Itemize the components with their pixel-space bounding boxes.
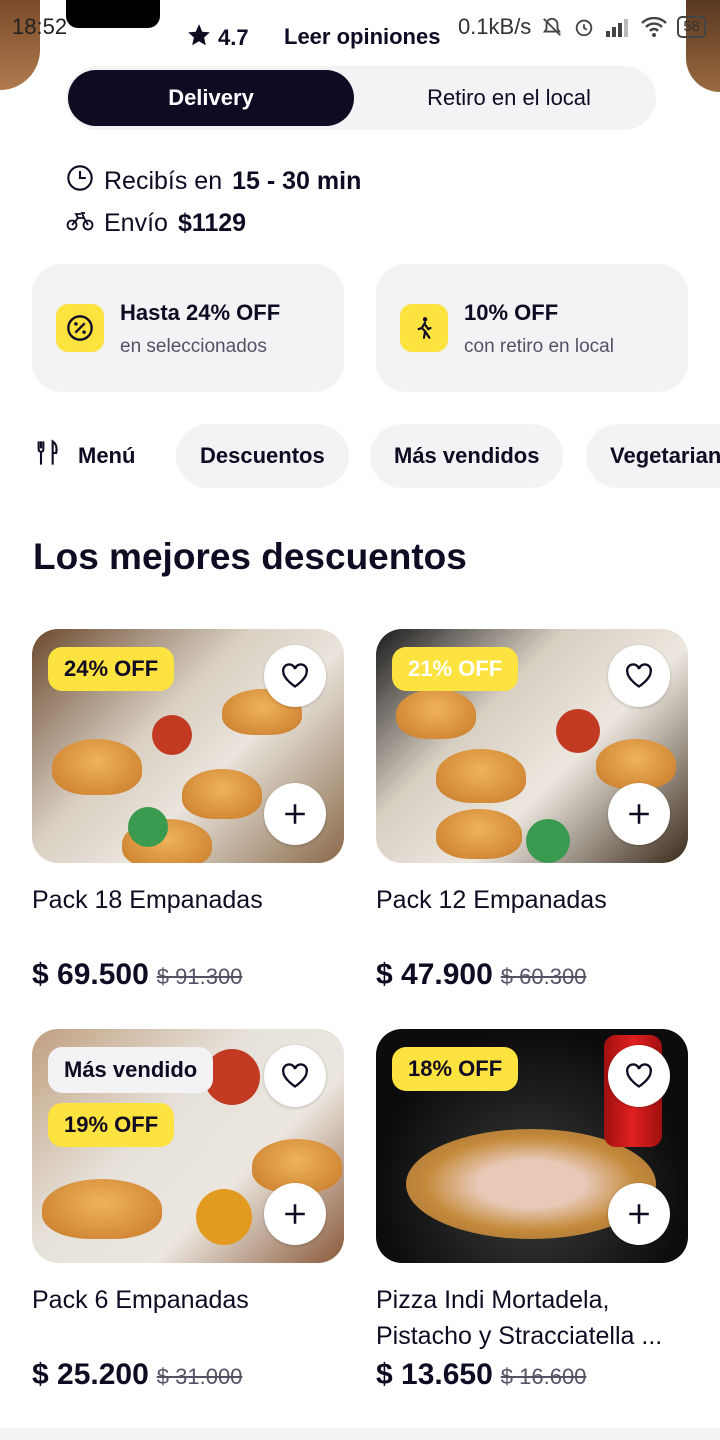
star-icon <box>186 22 212 54</box>
product-price: $ 47.900 $ 60.300 <box>376 958 586 992</box>
product-price: $ 69.500 $ 91.300 <box>32 958 242 992</box>
cutlery-icon <box>34 439 62 473</box>
shipping-cost-row: Envío $1129 <box>66 206 246 241</box>
shipping-value: $1129 <box>177 209 247 237</box>
clock-icon <box>66 164 94 199</box>
menu-label: Menú <box>78 443 136 468</box>
delivery-time-label: Recibís en <box>104 167 223 195</box>
product-name: Pack 6 Empanadas <box>32 1286 249 1314</box>
camera-notch <box>66 0 160 28</box>
current-price: $ 25.200 <box>32 1358 149 1391</box>
store-rating: 4.7 <box>186 22 249 54</box>
mute-icon <box>541 16 563 38</box>
promo-card-pickup[interactable]: 10% OFF con retiro en local <box>376 264 688 392</box>
menu-tab[interactable]: Menú <box>34 424 135 488</box>
current-price: $ 47.900 <box>376 958 493 991</box>
chip-descuentos[interactable]: Descuentos <box>176 424 349 488</box>
delivery-time-row: Recibís en 15 - 30 min <box>66 164 361 199</box>
bottom-divider <box>0 1428 720 1440</box>
original-price: $ 31.000 <box>156 1364 243 1389</box>
discount-badge: 24% OFF <box>48 647 175 691</box>
product-image[interactable]: 18% OFF <box>376 1029 688 1263</box>
walking-person-icon <box>400 304 448 352</box>
status-time: 18:52 <box>12 14 68 39</box>
original-price: $ 60.300 <box>500 964 587 989</box>
original-price: $ 16.600 <box>500 1364 587 1389</box>
favorite-heart-icon[interactable] <box>264 645 326 707</box>
shipping-label: Envío <box>104 209 168 237</box>
favorite-heart-icon[interactable] <box>264 1045 326 1107</box>
current-price: $ 13.650 <box>376 1358 493 1391</box>
add-to-cart-button[interactable] <box>264 1183 326 1245</box>
best-seller-tag: Más vendido <box>48 1047 214 1093</box>
delivery-option[interactable]: Delivery <box>68 70 354 126</box>
plus-icon <box>629 1204 649 1224</box>
reviews-link[interactable]: Leer opiniones <box>284 24 440 50</box>
promo-subtitle: en seleccionados <box>120 336 267 357</box>
product-image[interactable]: 21% OFF <box>376 629 688 863</box>
percent-icon <box>56 304 104 352</box>
plus-icon <box>285 804 305 824</box>
product-price: $ 25.200 $ 31.000 <box>32 1358 242 1392</box>
promo-card-discount[interactable]: Hasta 24% OFF en seleccionados <box>32 264 344 392</box>
battery-icon: 58 <box>677 16 706 38</box>
product-name: Pack 12 Empanadas <box>376 886 607 914</box>
promo-title: Hasta 24% OFF <box>120 300 281 325</box>
section-title: Los mejores descuentos <box>33 536 467 577</box>
status-icons: 0.1kB/s 58 <box>458 14 706 40</box>
plus-icon <box>629 804 649 824</box>
wifi-icon <box>641 17 668 37</box>
current-price: $ 69.500 <box>32 958 149 991</box>
chip-mas-vendidos[interactable]: Más vendidos <box>370 424 564 488</box>
favorite-heart-icon[interactable] <box>608 645 670 707</box>
rating-value: 4.7 <box>218 25 249 50</box>
discount-badge: 19% OFF <box>48 1103 175 1147</box>
alarm-icon <box>573 16 595 38</box>
product-image[interactable]: Más vendido 19% OFF <box>32 1029 344 1263</box>
add-to-cart-button[interactable] <box>608 1183 670 1245</box>
category-bar: Menú Descuentos Más vendidos Vegetarian <box>0 424 720 488</box>
product-name: Pizza Indi Mortadela, Pistacho y Stracci… <box>376 1286 663 1350</box>
pickup-option[interactable]: Retiro en el local <box>366 70 652 126</box>
plus-icon <box>285 1204 305 1224</box>
product-price: $ 13.650 $ 16.600 <box>376 1358 586 1392</box>
promo-title: 10% OFF <box>464 300 559 325</box>
discount-badge: 21% OFF <box>392 647 519 691</box>
signal-icon <box>605 17 631 37</box>
delivery-mode-toggle: Delivery Retiro en el local <box>66 66 656 130</box>
chip-vegetarian[interactable]: Vegetarian <box>586 424 720 488</box>
product-name: Pack 18 Empanadas <box>32 886 263 914</box>
delivery-time-value: 15 - 30 min <box>232 167 362 195</box>
promo-subtitle: con retiro en local <box>464 336 614 357</box>
favorite-heart-icon[interactable] <box>608 1045 670 1107</box>
original-price: $ 91.300 <box>156 964 243 989</box>
add-to-cart-button[interactable] <box>264 783 326 845</box>
product-image[interactable]: 24% OFF <box>32 629 344 863</box>
motorbike-icon <box>66 206 94 241</box>
net-speed: 0.1kB/s <box>457 14 532 39</box>
add-to-cart-button[interactable] <box>608 783 670 845</box>
discount-badge: 18% OFF <box>392 1047 519 1091</box>
